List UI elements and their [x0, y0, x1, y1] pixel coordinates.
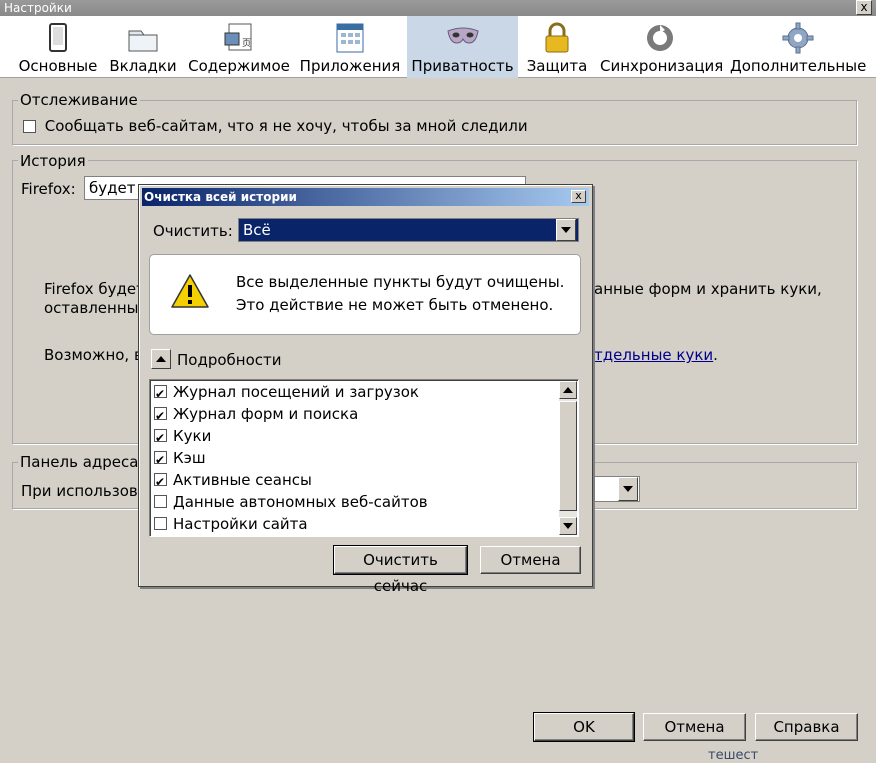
list-item[interactable]: Данные автономных веб-сайтов [154, 491, 428, 513]
tab-sync[interactable]: Синхронизация [600, 16, 724, 78]
sync-icon [647, 25, 673, 51]
preferences-toolbar: Основные Вкладки 页 Содержимое Приложения… [0, 16, 876, 78]
time-range-dropdown-button[interactable] [556, 219, 576, 241]
tab-advanced-label: Дополнительные [730, 57, 867, 75]
scroll-thumb[interactable] [559, 401, 577, 511]
tab-tabs[interactable]: Вкладки [108, 16, 178, 78]
list-item[interactable]: Настройки сайта [154, 513, 308, 535]
scroll-up-button[interactable] [559, 381, 577, 399]
dialog-title: Очистка всей истории [144, 190, 297, 204]
dialog-close-button[interactable]: x [571, 190, 586, 203]
clear-history-dialog: Очистка всей истории x Очистить: Всё Все… [138, 184, 593, 595]
time-range-value: Всё [243, 221, 271, 239]
tab-content[interactable]: 页 Содержимое [188, 16, 290, 78]
warning-line2: Это действие не может быть отменено. [236, 296, 554, 314]
dnt-label: Сообщать веб-сайтам, что я не хочу, чтоб… [44, 117, 528, 135]
tab-applications[interactable]: Приложения [298, 16, 402, 78]
tab-tabs-label: Вкладки [109, 57, 177, 75]
warning-icon [171, 274, 209, 308]
list-item[interactable]: Кэш [154, 447, 206, 471]
item-label: Настройки сайта [173, 515, 308, 533]
ok-button[interactable]: OK [533, 712, 635, 742]
details-toggle-button[interactable] [151, 349, 171, 369]
clear-range-label: Очистить: [153, 222, 233, 240]
applications-icon [336, 23, 364, 53]
item-checkbox[interactable] [154, 449, 167, 471]
tab-content-label: Содержимое [188, 57, 290, 75]
window-close-button[interactable]: x [856, 0, 872, 15]
location-bar-label: При использова [21, 482, 147, 500]
item-checkbox[interactable] [154, 405, 167, 427]
history-desc-line1-tail: анные форм и хранить куки, [594, 280, 822, 298]
history-desc-line2: оставленные [44, 299, 148, 317]
tab-privacy-label: Приватность [411, 57, 514, 75]
item-label: Активные сеансы [173, 471, 312, 489]
dnt-option[interactable]: Сообщать веб-сайтам, что я не хочу, чтоб… [23, 117, 528, 135]
item-label: Данные автономных веб-сайтов [173, 493, 428, 511]
clear-now-button[interactable]: Очистить сейчас [333, 545, 468, 595]
chevron-down-icon [561, 227, 571, 233]
period: . [713, 346, 718, 364]
history-desc-line1: Firefox будет [44, 280, 145, 298]
general-icon [49, 23, 67, 52]
dialog-titlebar: Очистка всей истории x [142, 188, 589, 206]
remove-cookies-link-wrap: тдельные куки. [594, 346, 718, 364]
chevron-up-icon [563, 387, 573, 393]
dialog-cancel-button[interactable]: Отмена [480, 546, 581, 574]
item-label: Журнал форм и поиска [173, 405, 359, 423]
list-item[interactable]: Журнал форм и поиска [154, 403, 359, 427]
tab-applications-label: Приложения [299, 57, 401, 75]
window-titlebar: Настройки x [0, 0, 876, 16]
location-bar-legend: Панель адреса [18, 453, 141, 471]
clear-items-list: Журнал посещений и загрузок Журнал форм … [149, 379, 579, 537]
tab-general-label: Основные [18, 57, 98, 75]
tab-advanced[interactable]: Дополнительные [730, 16, 866, 78]
list-scrollbar[interactable] [559, 381, 577, 535]
item-checkbox[interactable] [154, 471, 167, 493]
history-legend: История [18, 152, 88, 170]
content-icon: 页 [224, 23, 252, 51]
lock-icon [545, 22, 569, 53]
list-item[interactable]: Журнал посещений и загрузок [154, 381, 419, 405]
chevron-up-icon [156, 356, 166, 362]
item-label: Куки [173, 427, 212, 445]
tab-privacy[interactable]: Приватность [407, 16, 518, 78]
tab-security-label: Защита [526, 57, 588, 75]
warning-box: Все выделенные пункты будут очищены. Это… [149, 254, 581, 335]
firefox-label: Firefox: [21, 180, 76, 198]
tab-sync-label: Синхронизация [600, 57, 724, 75]
privacy-mask-icon [446, 27, 479, 44]
cancel-button[interactable]: Отмена [643, 713, 746, 741]
tab-security[interactable]: Защита [524, 16, 590, 78]
list-item[interactable]: Активные сеансы [154, 469, 312, 493]
dnt-checkbox[interactable] [23, 120, 36, 133]
chevron-down-icon [563, 523, 573, 529]
gear-icon [782, 22, 814, 54]
window-title: Настройки [4, 1, 72, 15]
list-item[interactable]: Куки [154, 425, 212, 449]
item-checkbox[interactable] [154, 427, 167, 449]
history-desc-2: Возможно, в [44, 346, 143, 364]
tab-general[interactable]: Основные [14, 16, 102, 78]
details-label[interactable]: Подробности [177, 351, 282, 369]
item-checkbox[interactable] [154, 516, 167, 530]
help-button[interactable]: Справка [755, 713, 858, 741]
background-cut-text: тешест [708, 748, 759, 763]
tabs-icon [128, 30, 158, 52]
chevron-down-icon [623, 486, 633, 492]
warning-line1: Все выделенные пункты будут очищены. [236, 273, 565, 291]
item-checkbox[interactable] [154, 494, 167, 508]
scroll-down-button[interactable] [559, 517, 577, 535]
remove-cookies-link[interactable]: тдельные куки [594, 346, 713, 364]
item-checkbox[interactable] [154, 383, 167, 405]
svg-text:页: 页 [242, 38, 251, 49]
item-label: Журнал посещений и загрузок [173, 383, 419, 401]
tracking-legend: Отслеживание [18, 91, 140, 109]
time-range-select[interactable]: Всё [238, 218, 579, 242]
location-bar-dropdown-button[interactable] [618, 477, 638, 501]
item-label: Кэш [173, 449, 206, 467]
